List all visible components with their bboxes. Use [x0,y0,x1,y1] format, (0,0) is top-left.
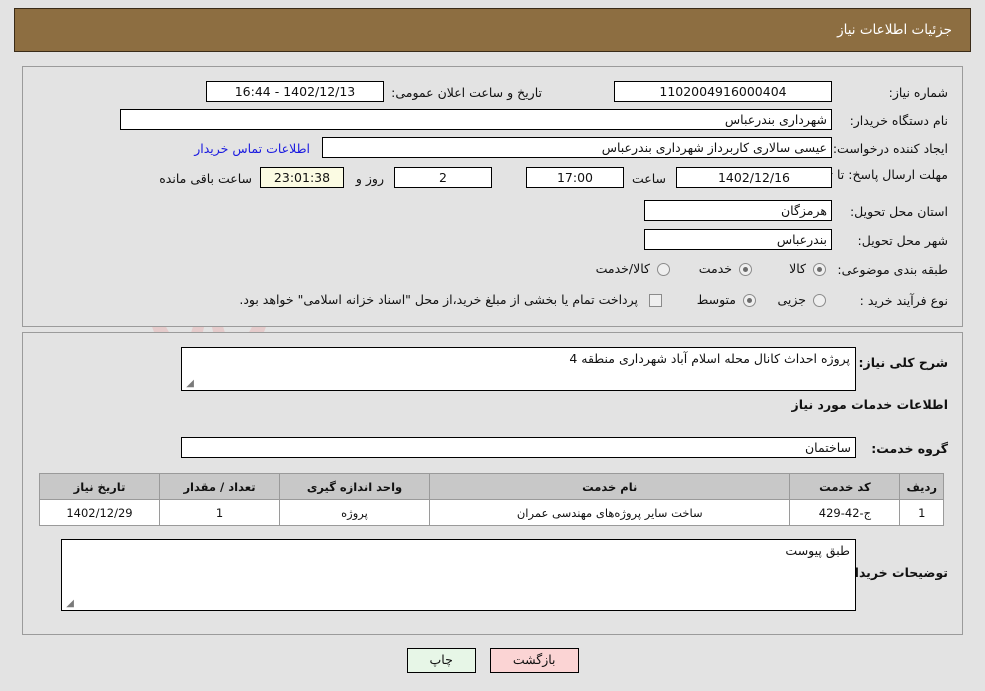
need-description-textarea[interactable]: پروژه احداث کانال محله اسلام آباد شهردار… [181,347,856,391]
buyer-org-label: نام دستگاه خریدار: [849,113,948,128]
radio-process-jozi[interactable] [813,294,826,307]
table-row[interactable]: 1 ج-42-429 ساخت سایر پروژه‌های مهندسی عم… [39,499,944,526]
buyer-comments-textarea[interactable]: طبق پیوست ◢ [61,539,856,611]
buyer-org-value: شهرداری بندرعباس [120,109,832,130]
page-root: ArtaTender.net جزئیات اطلاعات نیاز شماره… [0,0,985,691]
page-title: جزئیات اطلاعات نیاز [14,8,971,52]
radio-category-kala-khedmat[interactable] [657,263,670,276]
table-header-row: ردیف کد خدمت نام خدمت واحد اندازه گیری ت… [39,473,944,500]
print-button[interactable]: چاپ [406,648,476,673]
radio-category-kala-khedmat-label: کالا/خدمت [595,261,650,276]
need-number-value: 1102004916000404 [614,81,832,102]
province-label: استان محل تحویل: [849,204,948,219]
th-unit: واحد اندازه گیری [279,473,430,500]
services-section-heading: اطلاعات خدمات مورد نیاز [791,397,949,412]
buyer-comments-label: توضیحات خریدار: [842,565,948,580]
th-qty: تعداد / مقدار [159,473,280,500]
need-details-panel: شرح کلی نیاز: پروژه احداث کانال محله اسل… [22,332,963,635]
action-buttons: بازگشت چاپ [0,648,985,673]
back-button[interactable]: بازگشت [489,648,579,673]
radio-category-kala-label: کالا [789,261,806,276]
radio-process-jozi-label: جزیی [777,292,806,307]
buyer-comments-value: طبق پیوست [785,543,850,558]
services-table: ردیف کد خدمت نام خدمت واحد اندازه گیری ت… [39,473,944,526]
need-info-panel: شماره نیاز: 1102004916000404 تاریخ و ساع… [22,66,963,327]
cell-need-date: 1402/12/29 [39,499,160,526]
treasury-bond-checkbox[interactable] [649,294,662,307]
resize-grip-icon[interactable]: ◢ [64,599,74,609]
service-group-value: ساختمان [181,437,856,458]
requester-value: عیسی سالاری کاربرداز شهرداری بندرعباس [322,137,832,158]
city-label: شهر محل تحویل: [857,233,948,248]
cell-name: ساخت سایر پروژه‌های مهندسی عمران [428,499,791,526]
category-label: طبقه بندی موضوعی: [837,262,948,277]
city-value: بندرعباس [644,229,832,250]
cell-code: ج-42-429 [789,499,901,526]
th-need-date: تاریخ نیاز [39,473,160,500]
public-announce-value: 16:44 - 1402/12/13 [206,81,384,102]
deadline-label: مهلت ارسال پاسخ: تا تاریخ: [803,167,948,182]
province-value: هرمزگان [644,200,832,221]
need-description-label: شرح کلی نیاز: [858,355,948,370]
deadline-days-label: روز و [355,171,384,186]
public-announce-label: تاریخ و ساعت اعلان عمومی: [391,85,542,100]
deadline-countdown: 23:01:38 [260,167,344,188]
need-number-label: شماره نیاز: [888,85,948,100]
radio-category-kala[interactable] [813,263,826,276]
treasury-bond-note: پرداخت تمام یا بخشی از مبلغ خرید،از محل … [239,292,638,307]
cell-unit: پروژه [279,499,430,526]
buyer-contact-link[interactable]: اطلاعات تماس خریدار [194,141,310,156]
th-radif: ردیف [899,473,944,500]
resize-grip-icon[interactable]: ◢ [184,379,194,389]
radio-process-motavaset-label: متوسط [696,292,736,307]
service-group-label: گروه خدمت: [871,441,948,456]
th-code: کد خدمت [789,473,901,500]
process-type-label: نوع فرآیند خرید : [859,293,948,308]
cell-radif: 1 [899,499,944,526]
deadline-hour-label: ساعت [631,171,666,186]
requester-label: ایجاد کننده درخواست: [832,141,948,156]
need-description-value: پروژه احداث کانال محله اسلام آباد شهردار… [569,351,850,366]
page-title-text: جزئیات اطلاعات نیاز [837,22,952,38]
deadline-date: 1402/12/16 [676,167,832,188]
radio-category-khedmat-label: خدمت [698,261,732,276]
cell-qty: 1 [159,499,280,526]
deadline-countdown-label: ساعت باقی مانده [159,171,252,186]
radio-process-motavaset[interactable] [743,294,756,307]
deadline-days: 2 [394,167,492,188]
radio-category-khedmat[interactable] [739,263,752,276]
deadline-time: 17:00 [526,167,624,188]
th-name: نام خدمت [428,473,791,500]
